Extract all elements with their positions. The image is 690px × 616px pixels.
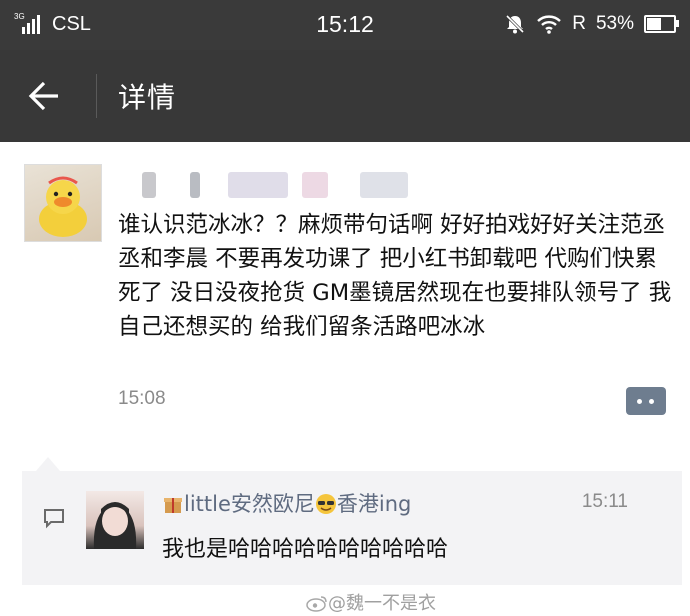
post-text: 谁认识范冰冰？？麻烦带句话啊 好好拍戏好好关注范丞丞和李晨 不要再发功课了 把小… [118,212,672,340]
commenter-avatar[interactable] [86,491,144,549]
avatar[interactable] [24,164,102,242]
mute-icon [506,14,525,34]
watermark-text: @魏一不是衣 [328,593,436,614]
commenter-name[interactable]: little安然欧尼 香港ing [162,488,411,518]
back-arrow-icon[interactable] [22,72,72,120]
battery-icon [644,15,679,33]
battery-percent: 53% [595,13,634,34]
wifi-icon [537,15,562,34]
sunglasses-emoji-icon [315,494,336,514]
duck-avatar-image [39,176,87,237]
roaming-indicator: R [572,13,586,34]
title-bar: 详情 [0,50,690,142]
post-time: 15:08 [118,388,166,409]
girl-avatar-image [93,502,137,549]
watermark: @魏一不是衣 [306,589,436,615]
commenter-name-part2: 香港ing [336,492,412,516]
comment-more-icon[interactable] [626,387,666,415]
comment-time: 15:11 [581,491,628,512]
comment-section: little安然欧尼 香港ing 15:11 我也是哈哈哈哈哈哈哈哈哈哈 [22,457,682,585]
weibo-icon [306,596,327,612]
comment-text: 我也是哈哈哈哈哈哈哈哈哈哈 [162,537,449,562]
status-bar: 3G CSL 15:12 R 53% [0,0,690,50]
commenter-name-part1: little安然欧尼 [184,492,315,516]
page-title: 详情 [118,81,177,114]
gift-emoji-icon [164,498,182,513]
blurred-username [120,170,420,200]
header-divider [96,74,97,118]
comment-icon [44,509,64,529]
